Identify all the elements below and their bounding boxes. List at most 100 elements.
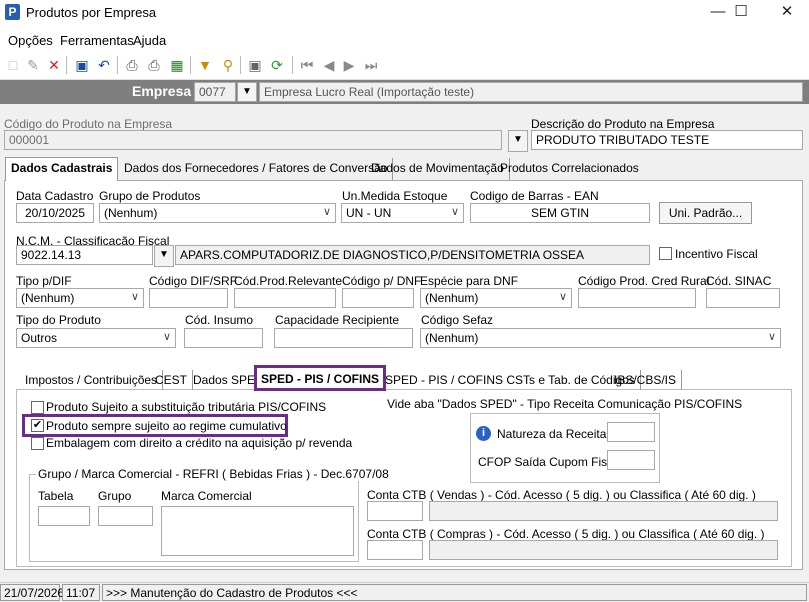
ean-field[interactable]: SEM GTIN bbox=[470, 203, 650, 223]
tab-dados-movimentacao[interactable]: Dados de Movimentação bbox=[366, 158, 510, 180]
close-button[interactable]: ✕ bbox=[764, 0, 809, 26]
info-icon: i bbox=[476, 426, 491, 441]
capacidade-field[interactable] bbox=[274, 328, 413, 348]
substituicao-checkbox[interactable] bbox=[31, 401, 44, 414]
substituicao-label: Produto Sujeito a substituição tributári… bbox=[46, 400, 327, 414]
edit-icon[interactable]: ✎ bbox=[24, 56, 42, 74]
sefaz-select[interactable]: (Nenhum) bbox=[420, 328, 781, 348]
cod-dif-label: Código DIF/SRF bbox=[149, 274, 238, 288]
toolbar-separator bbox=[292, 56, 293, 74]
regime-cumulativo-checkbox[interactable]: ✔ bbox=[31, 419, 44, 432]
marca-field[interactable] bbox=[161, 506, 354, 556]
tipo-produto-label: Tipo do Produto bbox=[16, 313, 101, 327]
tab-ibs-cbs-is[interactable]: IBS/CBS/IS bbox=[609, 370, 683, 390]
cod-dnf-label: Código p/ DNF bbox=[342, 274, 422, 288]
tab-sped-pis-cofins[interactable]: SPED - PIS / COFINS bbox=[254, 365, 387, 391]
natureza-field[interactable] bbox=[607, 422, 655, 442]
status-time: 11:07 bbox=[62, 584, 100, 601]
cred-rural-field[interactable] bbox=[578, 288, 696, 308]
grupo-marca-title: Grupo / Marca Comercial - REFRI ( Bebida… bbox=[36, 467, 391, 481]
ean-label: Codigo de Barras - EAN bbox=[470, 189, 599, 203]
tab-dados-cadastrais[interactable]: Dados Cadastrais bbox=[5, 157, 119, 181]
settings-icon[interactable]: ▣ bbox=[246, 56, 264, 74]
ncm-description: APARS.COMPUTADORIZ.DE DIAGNOSTICO,P/DENS… bbox=[175, 245, 650, 265]
first-record-icon[interactable]: ⏮ bbox=[298, 56, 316, 74]
ctb-compras-label: Conta CTB ( Compras ) - Cód. Acesso ( 5 … bbox=[367, 527, 765, 541]
filter-icon[interactable]: ▼ bbox=[196, 56, 214, 74]
print-icon[interactable]: ⎙ bbox=[123, 56, 141, 74]
previous-record-icon[interactable]: ◀ bbox=[320, 56, 338, 74]
empresa-code-field[interactable]: 0077 bbox=[194, 82, 236, 102]
grupo-produtos-select[interactable]: (Nenhum) bbox=[99, 203, 336, 223]
ctb-compras-desc-field bbox=[429, 540, 778, 560]
tab-impostos[interactable]: Impostos / Contribuições bbox=[20, 370, 164, 390]
cfop-label: CFOP Saída Cupom Fiscal: bbox=[478, 455, 626, 469]
refresh-icon[interactable]: ⟳ bbox=[268, 56, 286, 74]
empresa-dropdown-button[interactable]: ▼ bbox=[237, 82, 257, 102]
maximize-button[interactable]: ☐ bbox=[718, 0, 764, 26]
tipo-dif-label: Tipo p/DIF bbox=[16, 274, 72, 288]
tab-cest[interactable]: CEST bbox=[150, 370, 194, 390]
cod-relevante-label: Cód.Prod.Relevante bbox=[234, 274, 343, 288]
tab-sped-csts[interactable]: SPED - PIS / COFINS CSTs e Tab. de Códig… bbox=[380, 370, 641, 390]
descricao-field[interactable]: PRODUTO TRIBUTADO TESTE bbox=[531, 130, 803, 150]
ctb-compras-code-field[interactable] bbox=[367, 540, 423, 560]
delete-icon[interactable]: ✕ bbox=[45, 56, 63, 74]
ncm-field[interactable]: 9022.14.13 bbox=[16, 245, 153, 265]
export-icon[interactable]: ▦ bbox=[168, 56, 186, 74]
toolbar-separator bbox=[66, 56, 67, 74]
codigo-field[interactable]: 000001 bbox=[4, 130, 502, 150]
new-icon[interactable]: □ bbox=[4, 56, 22, 74]
save-icon[interactable]: ▣ bbox=[73, 56, 91, 74]
cod-relevante-field[interactable] bbox=[234, 288, 336, 308]
descricao-label: Descrição do Produto na Empresa bbox=[531, 117, 715, 131]
print-preview-icon[interactable]: ⎙ bbox=[145, 56, 163, 74]
especie-label: Espécie para DNF bbox=[420, 274, 519, 288]
uni-padrao-button[interactable]: Uni. Padrão... bbox=[659, 202, 752, 224]
cfop-field[interactable] bbox=[607, 450, 655, 470]
sinac-label: Cód. SINAC bbox=[706, 274, 772, 288]
unidade-select[interactable]: UN - UN bbox=[341, 203, 464, 223]
codigo-dropdown-button[interactable]: ▼ bbox=[508, 130, 528, 152]
ctb-vendas-desc-field bbox=[429, 501, 778, 521]
regime-cumulativo-label: Produto sempre sujeito ao regime cumulat… bbox=[46, 419, 287, 433]
empresa-name-field: Empresa Lucro Real (Importação teste) bbox=[259, 82, 803, 102]
grupo-field[interactable] bbox=[98, 506, 153, 526]
incentivo-checkbox[interactable] bbox=[659, 247, 672, 260]
menu-ajuda[interactable]: Ajuda bbox=[133, 33, 166, 48]
especie-select[interactable]: (Nenhum) bbox=[420, 288, 572, 308]
menu-ferramentas[interactable]: Ferramentas bbox=[60, 33, 134, 48]
cod-dif-field[interactable] bbox=[149, 288, 228, 308]
grupo-produtos-label: Grupo de Produtos bbox=[99, 189, 201, 203]
menu-opcoes[interactable]: Opções bbox=[8, 33, 53, 48]
app-icon: P bbox=[5, 4, 20, 20]
search-icon[interactable]: ⚲ bbox=[219, 56, 237, 74]
sinac-field[interactable] bbox=[706, 288, 780, 308]
embalagem-label: Embalagem com direito a crédito na aquis… bbox=[46, 436, 353, 450]
empresa-label: Empresa bbox=[132, 83, 192, 99]
marca-label: Marca Comercial bbox=[161, 489, 252, 503]
status-date: 21/07/2026 bbox=[0, 584, 64, 601]
embalagem-checkbox[interactable] bbox=[31, 437, 44, 450]
capacidade-label: Capacidade Recipiente bbox=[275, 313, 400, 327]
ncm-dropdown-button[interactable]: ▼ bbox=[154, 245, 174, 267]
cred-rural-label: Código Prod. Cred Rural bbox=[578, 274, 710, 288]
undo-icon[interactable]: ↶ bbox=[95, 56, 113, 74]
window-title: Produtos por Empresa bbox=[26, 5, 157, 20]
incentivo-label: Incentivo Fiscal bbox=[675, 247, 758, 261]
tab-dados-fornecedores[interactable]: Dados dos Fornecedores / Fatores de Conv… bbox=[119, 158, 394, 180]
last-record-icon[interactable]: ⏭ bbox=[362, 56, 380, 74]
cod-dnf-field[interactable] bbox=[342, 288, 414, 308]
next-record-icon[interactable]: ▶ bbox=[340, 56, 358, 74]
ctb-vendas-code-field[interactable] bbox=[367, 501, 423, 521]
tabela-field[interactable] bbox=[38, 506, 90, 526]
data-cadastro-field[interactable]: 20/10/2025 bbox=[16, 203, 94, 223]
unidade-label: Un.Medida Estoque bbox=[342, 189, 448, 203]
tab-produtos-correlacionados[interactable]: Produtos Correlacionados bbox=[495, 158, 644, 180]
natureza-label: Natureza da Receita: bbox=[497, 427, 610, 441]
data-cadastro-label: Data Cadastro bbox=[16, 189, 94, 203]
tipo-produto-select[interactable]: Outros bbox=[16, 328, 176, 348]
insumo-field[interactable] bbox=[184, 328, 263, 348]
tipo-dif-select[interactable]: (Nenhum) bbox=[16, 288, 144, 308]
toolbar-separator bbox=[117, 56, 118, 74]
